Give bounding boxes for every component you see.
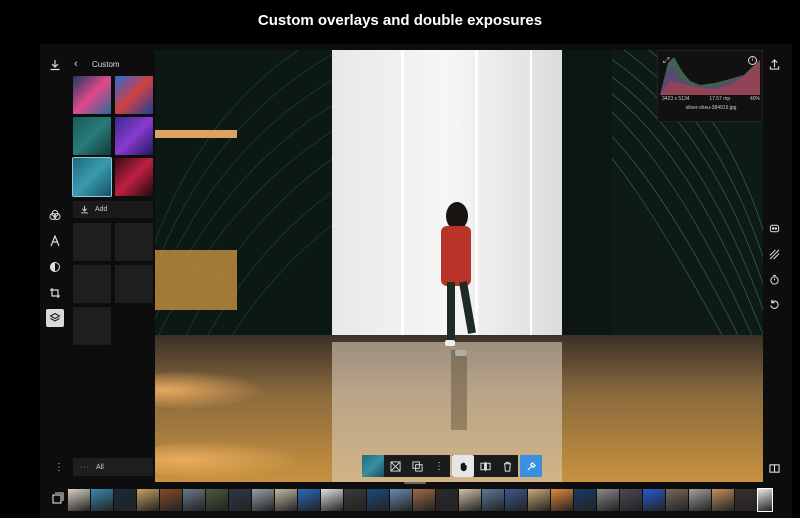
mask-icon[interactable] bbox=[48, 260, 62, 274]
picker-group bbox=[520, 455, 542, 477]
face-icon[interactable] bbox=[768, 222, 780, 234]
filmstrip-thumb[interactable] bbox=[436, 489, 458, 511]
overlay-thumbnail-neon-abstract[interactable] bbox=[115, 117, 153, 155]
filmstrip-thumb[interactable] bbox=[68, 489, 90, 511]
stripes-icon[interactable] bbox=[768, 248, 780, 260]
empty-overlay-slot[interactable] bbox=[73, 265, 111, 303]
overlay-panel: ‹ Custom Add ··· All bbox=[70, 54, 154, 486]
overlay-thumb[interactable] bbox=[362, 455, 384, 477]
text-icon[interactable] bbox=[48, 234, 62, 248]
zoom-level: 40% bbox=[749, 96, 760, 102]
overlay-thumbnail-city-night[interactable] bbox=[73, 76, 111, 114]
filmstrip-thumb[interactable] bbox=[367, 489, 389, 511]
trash-icon[interactable] bbox=[496, 455, 518, 477]
filmstrip-thumb[interactable] bbox=[528, 489, 550, 511]
filmstrip-thumb[interactable] bbox=[183, 489, 205, 511]
compare-icon[interactable] bbox=[768, 462, 780, 474]
info-icon[interactable]: i bbox=[748, 56, 757, 65]
ellipsis-icon: ··· bbox=[80, 463, 90, 471]
filmstrip-thumb[interactable] bbox=[137, 489, 159, 511]
overlay-thumbnail-teal-texture[interactable] bbox=[73, 117, 111, 155]
filmstrip-thumb[interactable] bbox=[413, 489, 435, 511]
overlay-tools-group: ⋮ bbox=[362, 455, 450, 477]
more-icon[interactable]: ⋮ bbox=[428, 455, 450, 477]
filmstrip-thumb[interactable] bbox=[252, 489, 274, 511]
filmstrip-handle[interactable] bbox=[404, 482, 426, 484]
filmstrip-thumb[interactable] bbox=[275, 489, 297, 511]
overlay-thumbnail-red-lights[interactable] bbox=[115, 158, 153, 196]
filmstrip-thumb[interactable] bbox=[206, 489, 228, 511]
download-icon[interactable] bbox=[48, 58, 62, 72]
more-icon[interactable]: ⋮ bbox=[54, 462, 64, 473]
empty-overlay-slot[interactable] bbox=[73, 223, 111, 261]
filmstrip-thumb[interactable] bbox=[505, 489, 527, 511]
overlay-thumbnail-teal-grain[interactable] bbox=[72, 157, 112, 197]
panel-header: ‹ Custom bbox=[74, 57, 120, 71]
filmstrip-thumb[interactable] bbox=[298, 489, 320, 511]
filmstrip-thumb[interactable] bbox=[689, 489, 711, 511]
hand-icon[interactable] bbox=[452, 455, 474, 477]
filmstrip-thumb[interactable] bbox=[735, 489, 757, 511]
filmstrip-thumb[interactable] bbox=[229, 489, 251, 511]
image-meta: 3423 x 5134 17.57 mp 40% bbox=[662, 96, 760, 102]
gallery-icon[interactable] bbox=[52, 492, 64, 504]
image-filename: oliver-sheu-384919.jpg bbox=[685, 105, 737, 111]
headline: Custom overlays and double exposures bbox=[257, 12, 543, 29]
overlay-thumbnail-portrait-blue[interactable] bbox=[115, 76, 153, 114]
picker-icon[interactable] bbox=[520, 455, 542, 477]
left-tool-rail: ⋮ bbox=[40, 50, 70, 485]
empty-overlay-slot[interactable] bbox=[115, 223, 153, 261]
timer-icon[interactable] bbox=[768, 273, 780, 285]
split-icon[interactable] bbox=[474, 455, 496, 477]
filmstrip-thumb[interactable] bbox=[160, 489, 182, 511]
layers-icon[interactable] bbox=[46, 309, 64, 327]
filmstrip-thumb[interactable] bbox=[551, 489, 573, 511]
expand-icon[interactable]: ⤢ bbox=[663, 56, 669, 66]
circles-icon[interactable] bbox=[48, 208, 62, 222]
transform-tools-group bbox=[452, 455, 518, 477]
download-icon bbox=[81, 205, 88, 214]
filmstrip-thumb[interactable] bbox=[574, 489, 596, 511]
filmstrip-thumb[interactable] bbox=[757, 488, 773, 512]
export-icon[interactable] bbox=[768, 58, 780, 70]
filmstrip-thumb[interactable] bbox=[114, 489, 136, 511]
filmstrip-thumb[interactable] bbox=[321, 489, 343, 511]
crop-icon[interactable] bbox=[48, 286, 62, 300]
undo-icon[interactable] bbox=[768, 298, 780, 310]
filmstrip-thumb[interactable] bbox=[620, 489, 642, 511]
filmstrip-thumb[interactable] bbox=[482, 489, 504, 511]
filmstrip-thumb[interactable] bbox=[459, 489, 481, 511]
empty-overlay-slot[interactable] bbox=[115, 265, 153, 303]
empty-overlay-slot[interactable] bbox=[73, 307, 111, 345]
duplicate-icon[interactable] bbox=[406, 455, 428, 477]
histogram-graph bbox=[660, 57, 760, 95]
filmstrip-thumb[interactable] bbox=[390, 489, 412, 511]
blend-mode-icon[interactable] bbox=[384, 455, 406, 477]
add-overlay-button[interactable]: Add bbox=[73, 201, 153, 218]
filmstrip-thumb[interactable] bbox=[712, 489, 734, 511]
add-label: Add bbox=[95, 206, 108, 213]
filmstrip-thumb[interactable] bbox=[91, 489, 113, 511]
panel-title: Custom bbox=[92, 59, 120, 69]
filmstrip-thumb[interactable] bbox=[597, 489, 619, 511]
all-overlays-button[interactable]: ··· All bbox=[73, 458, 153, 476]
filmstrip bbox=[46, 486, 773, 512]
filmstrip-thumb[interactable] bbox=[666, 489, 688, 511]
filmstrip-thumb[interactable] bbox=[344, 489, 366, 511]
image-dimensions: 3423 x 5134 bbox=[662, 96, 690, 102]
overlay-toolbar: ⋮ bbox=[362, 455, 542, 477]
filmstrip-thumb[interactable] bbox=[643, 489, 665, 511]
image-megapixels: 17.57 mp bbox=[709, 96, 731, 102]
all-label: All bbox=[96, 463, 104, 471]
chevron-left-icon[interactable]: ‹ bbox=[74, 58, 84, 70]
